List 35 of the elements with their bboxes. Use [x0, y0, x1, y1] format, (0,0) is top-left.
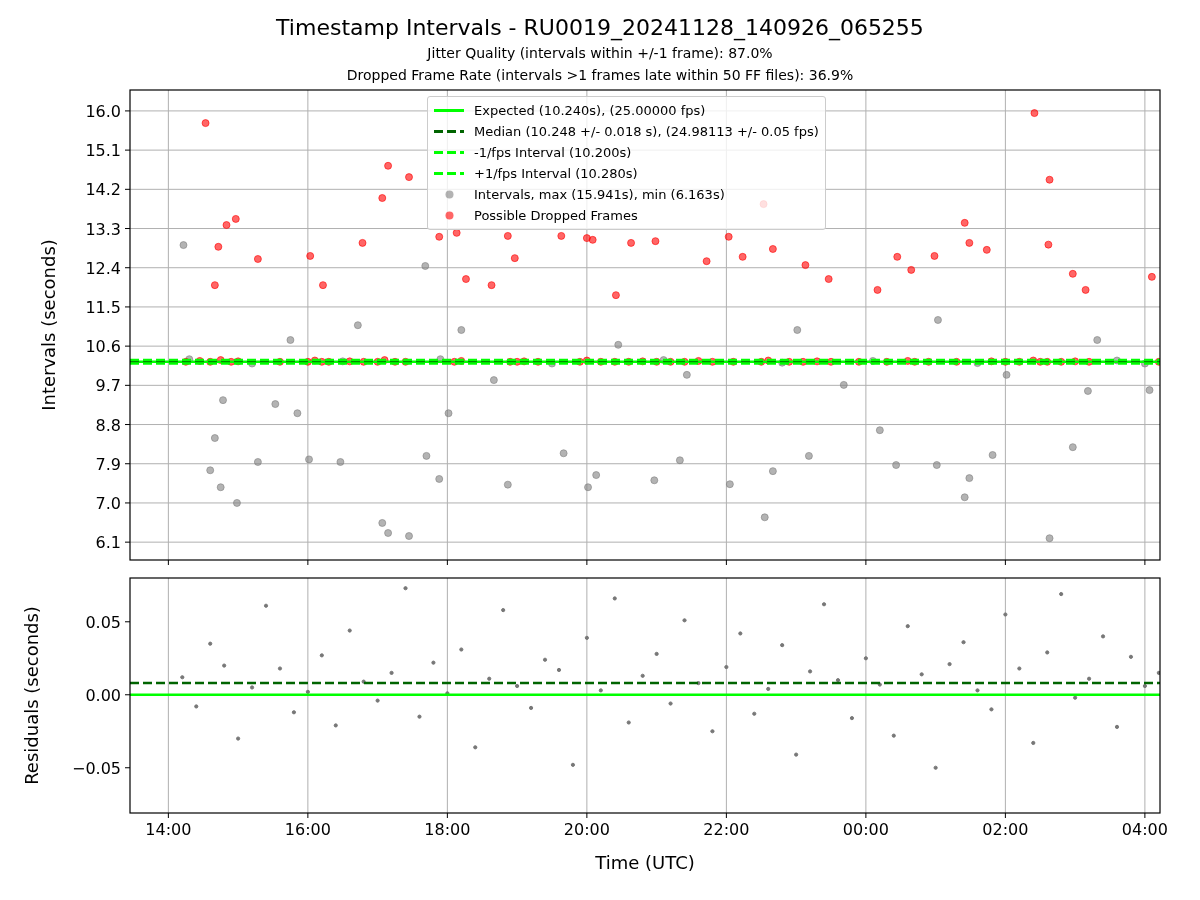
y-tick-label: 9.7 — [95, 376, 121, 396]
y-tick-label: 0.00 — [85, 685, 121, 705]
y-tick-label: 8.8 — [95, 415, 121, 435]
y-tick-label: 12.4 — [85, 258, 121, 278]
y-tick-label: 11.5 — [85, 297, 121, 317]
x-tick-label: 04:00 — [1121, 820, 1168, 839]
y-tick-label: 16.0 — [85, 101, 121, 121]
y-tick-label: 7.0 — [95, 493, 121, 513]
legend-label: Median (10.248 +/- 0.018 s), (24.98113 +/- 0.05 fps) — [474, 122, 819, 141]
y-tick-label: 14.2 — [85, 180, 121, 200]
y-axis-label: Intervals (seconds) — [38, 239, 59, 411]
legend-label: -1/fps Interval (10.200s) — [474, 143, 632, 162]
x-tick-label: 00:00 — [842, 820, 889, 839]
y-tick-label: 7.9 — [95, 454, 121, 474]
legend-label: Intervals, max (15.941s), min (6.163s) — [474, 185, 725, 204]
y-tick-label: 10.6 — [85, 337, 121, 357]
legend-label: Expected (10.240s), (25.00000 fps) — [474, 101, 706, 120]
y-tick-label: 13.3 — [85, 219, 121, 239]
y-tick-label: 6.1 — [95, 533, 121, 553]
x-tick-label: 16:00 — [284, 820, 331, 839]
x-tick-label: 18:00 — [424, 820, 471, 839]
x-tick-label: 14:00 — [145, 820, 192, 839]
x-tick-label: 02:00 — [982, 820, 1029, 839]
x-tick-label: 20:00 — [563, 820, 610, 839]
legend-label: +1/fps Interval (10.280s) — [474, 164, 638, 183]
y-tick-label: 15.1 — [85, 141, 121, 161]
chart-subtitle: Jitter Quality (intervals within +/-1 frame): 87.0% — [427, 44, 773, 63]
x-axis-label: Time (UTC) — [595, 852, 695, 873]
y-axis-label: Residuals (seconds) — [21, 606, 42, 785]
y-tick-label: 0.05 — [85, 612, 121, 632]
chart-subtitle: Dropped Frame Rate (intervals >1 frames late within 50 FF files): 36.9% — [346, 66, 854, 85]
legend-label: Possible Dropped Frames — [474, 206, 638, 225]
x-tick-label: 22:00 — [703, 820, 750, 839]
figure-title: Timestamp Intervals - RU0019_20241128_140926_065255 — [276, 14, 924, 42]
y-tick-label: −0.05 — [71, 758, 121, 778]
